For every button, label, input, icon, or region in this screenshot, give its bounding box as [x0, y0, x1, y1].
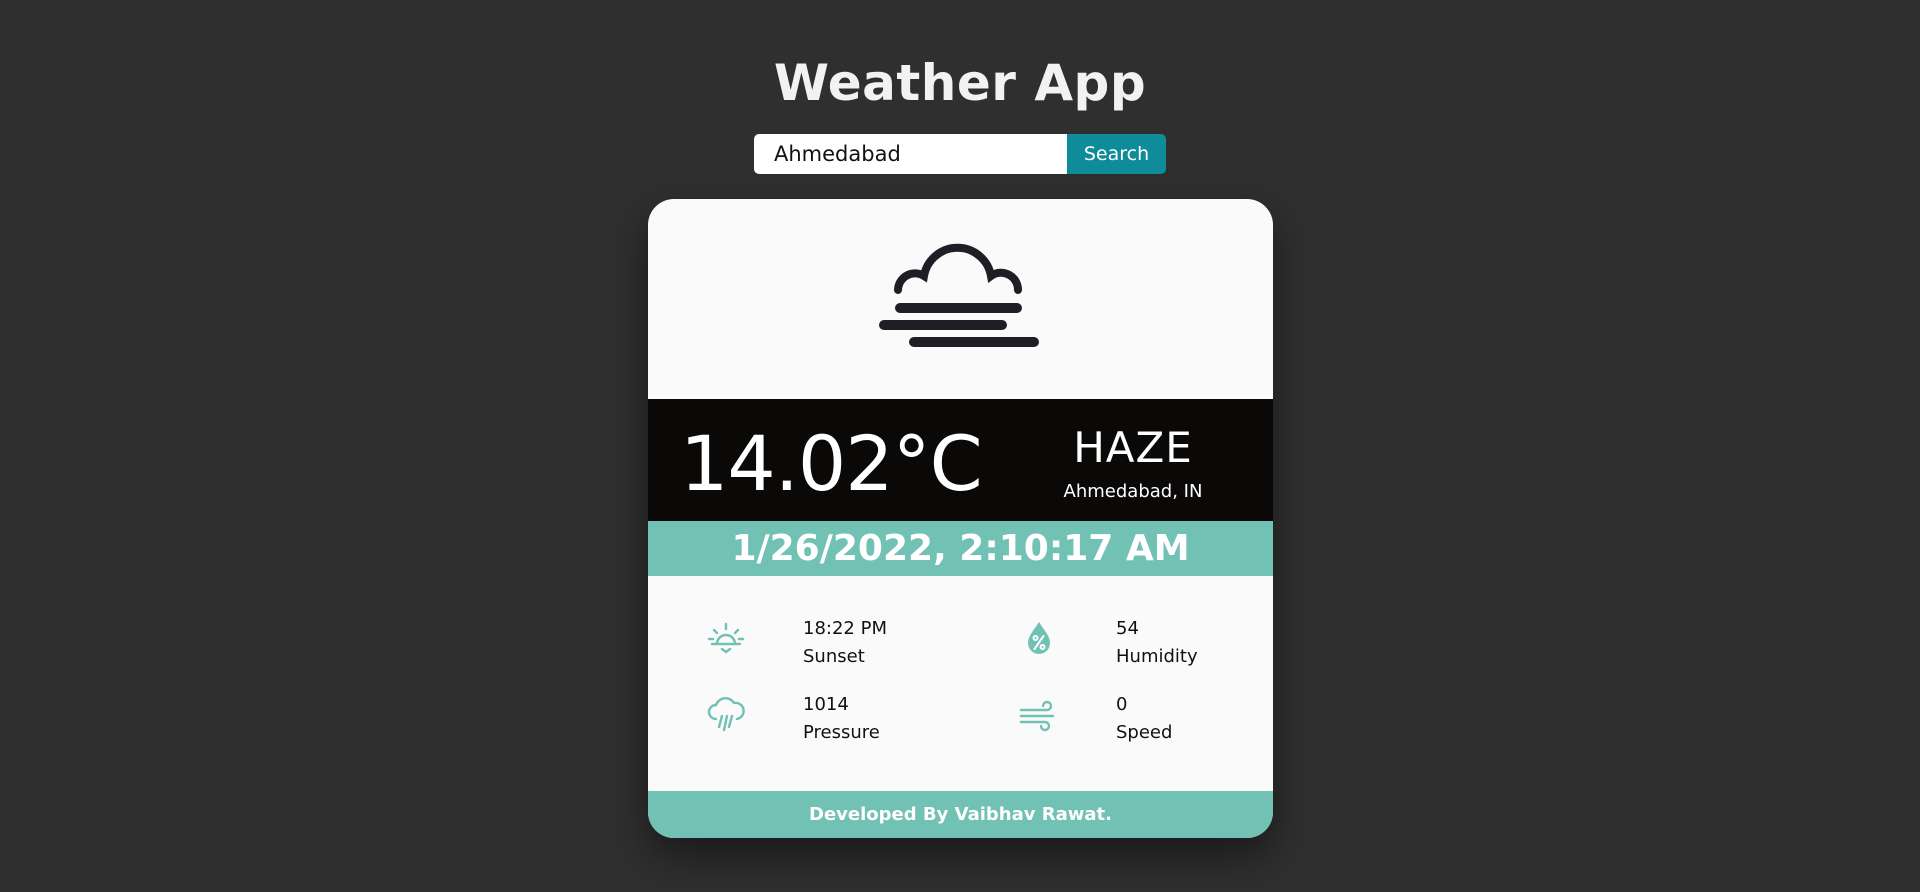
sunset-icon [707, 622, 745, 654]
rain-cloud-icon [707, 697, 745, 732]
humidity-drop-icon [1028, 622, 1050, 654]
weather-summary: 14.02°C HAZE Ahmedabad, IN [648, 399, 1273, 521]
sunset-label: Sunset [803, 646, 865, 667]
detail-speed: 0 Speed [1017, 684, 1273, 744]
detail-pressure: 1014 Pressure [704, 684, 964, 744]
search-button[interactable]: Search [1067, 134, 1166, 174]
footer-credit: Developed By Vaibhav Rawat. [648, 791, 1273, 838]
pressure-label: Pressure [803, 722, 880, 743]
weather-details: 18:22 PM Sunset 54 Humidity 1014 Pressur… [648, 576, 1273, 791]
temperature: 14.02°C [680, 419, 983, 508]
datetime: 1/26/2022, 2:10:17 AM [648, 521, 1273, 576]
detail-humidity: 54 Humidity [1017, 608, 1273, 668]
search-input[interactable] [754, 134, 1067, 174]
weather-card: 14.02°C HAZE Ahmedabad, IN 1/26/2022, 2:… [648, 199, 1273, 838]
app-title: Weather App [773, 54, 1147, 112]
weather-icon-area [648, 199, 1273, 399]
location: Ahmedabad, IN [1063, 481, 1203, 502]
wind-icon [1019, 700, 1055, 732]
page: Weather App Search 14.02°C HAZE Ahmedaba… [0, 0, 1920, 892]
search-bar: Search [754, 134, 1166, 174]
haze-cloud-icon [878, 243, 1039, 347]
humidity-label: Humidity [1116, 646, 1198, 667]
sunset-value: 18:22 PM [803, 618, 887, 639]
weather-condition: HAZE [1073, 423, 1193, 472]
speed-label: Speed [1116, 722, 1173, 743]
humidity-value: 54 [1116, 618, 1139, 639]
detail-sunset: 18:22 PM Sunset [704, 608, 964, 668]
pressure-value: 1014 [803, 694, 849, 715]
speed-value: 0 [1116, 694, 1128, 715]
